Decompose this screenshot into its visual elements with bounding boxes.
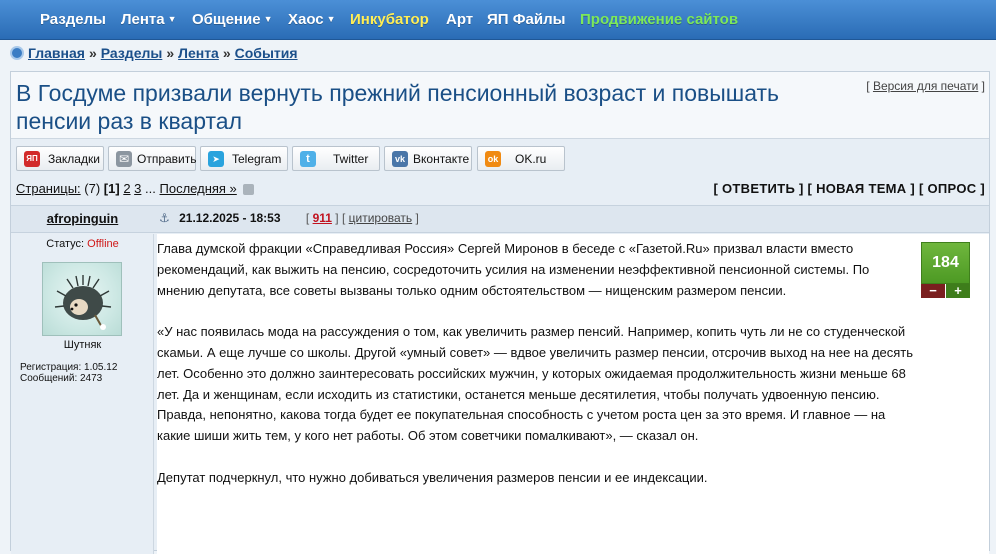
share-label: Закладки [48,152,100,166]
message-count: Сообщений: 2473 [20,373,103,384]
author-status: Статус: Offline [11,238,154,250]
post-meta: ⚓ 21.12.2025 - 18:53 [ 911 ] [ цитироват… [159,211,419,225]
nav-lenta[interactable]: Лента ▼ [121,11,177,29]
nav-razdely[interactable]: Разделы [40,11,106,29]
nav-label: Продвижение сайтов [580,11,739,28]
nav-yap-files[interactable]: ЯП Файлы [487,11,565,29]
chevron-down-icon: ▼ [326,14,336,24]
share-ok-button[interactable]: ok OK.ru [477,146,565,171]
share-label: Отправить [137,152,197,166]
pages-count: (7) [84,181,101,196]
last-page-link[interactable]: Последняя » [160,181,237,196]
share-send-button[interactable]: ✉ Отправить [108,146,197,171]
vk-icon: vk [392,151,408,167]
post-paragraph: Депутат подчеркнул, что нужно добиваться… [157,469,708,485]
rate-plus-button[interactable]: + [946,284,970,298]
nav-label: ЯП Файлы [487,11,566,28]
author-stats: Регистрация: 1.05.12 Сообщений: 2473 [20,362,117,384]
topic-actions[interactable]: [ ОТВЕТИТЬ ] [ НОВАЯ ТЕМА ] [ ОПРОС ] [713,181,985,196]
page-3-link[interactable]: 3 [134,181,141,196]
share-label: Вконтакте [413,152,470,166]
bracket: [ [341,211,346,225]
post-number[interactable]: 911 [313,211,332,225]
pages-label[interactable]: Страницы: [16,181,81,196]
breadcrumb-lenta[interactable]: Лента [178,45,219,61]
nav-label: Хаос [288,11,324,28]
breadcrumb-separator: » [222,45,231,61]
rating-score: 184 [921,242,970,284]
bracket: [ [866,79,870,93]
yap-icon: ЯП [24,151,40,167]
breadcrumb-home[interactable]: Главная [28,45,85,61]
page-2-link[interactable]: 2 [123,181,130,196]
breadcrumb-separator: » [88,45,97,61]
bracket: ] [981,79,985,93]
hedgehog-avatar-image [54,275,112,330]
share-label: OK.ru [515,152,547,166]
share-bookmarks-button[interactable]: ЯП Закладки [16,146,104,171]
title-bar: В Госдуме призвали вернуть прежний пенси… [11,72,989,139]
bracket: [ [305,211,310,225]
pagination: Страницы: (7) [1] 2 3 ... Последняя » [16,181,254,196]
page-title: В Госдуме призвали вернуть прежний пенси… [16,80,780,134]
top-navigation: Разделы Лента ▼ Общение ▼ Хаос ▼ Инкубатор … [0,0,996,40]
post-header: afropinguin ⚓ 21.12.2025 - 18:53 [ 911 ]… [11,205,989,233]
avatar[interactable] [42,262,122,336]
post-rating: 184 − + [921,242,970,298]
quote-button[interactable]: цитировать [349,211,413,225]
author-name[interactable]: afropinguin [11,211,154,226]
nav-label: Общение [192,11,261,28]
author-info: Статус: Offline Шутняк Регистрация: 1.05… [11,234,154,554]
bracket: ] [415,211,419,225]
pages-ellipsis: ... [145,181,156,196]
breadcrumb-razdely[interactable]: Разделы [101,45,163,61]
rate-minus-button[interactable]: − [921,284,945,298]
post-paragraph: «У нас появилась мода на рассуждения о т… [157,324,914,444]
print-version: [ Версия для печати ] [866,79,985,93]
status-badge: Offline [87,238,119,250]
twitter-icon: t [300,151,316,167]
telegram-icon: ➤ [208,151,224,167]
nav-label: Арт [446,11,474,28]
share-telegram-button[interactable]: ➤ Telegram [200,146,288,171]
breadcrumb-separator: » [166,45,175,61]
post-paragraph: Глава думской фракции «Справедливая Росс… [157,241,870,298]
share-label: Twitter [333,152,369,166]
nav-obshchenie[interactable]: Общение ▼ [192,11,272,29]
goto-page-icon[interactable] [242,184,254,195]
author-rank: Шутняк [63,339,102,351]
share-vk-button[interactable]: vk Вконтакте [384,146,472,171]
print-version-link[interactable]: Версия для печати [873,79,978,93]
post-date: 21.12.2025 - 18:53 [179,211,281,225]
bracket: ] [335,211,339,225]
home-icon[interactable] [10,46,24,60]
post-body: Глава думской фракции «Справедливая Росс… [157,234,989,554]
nav-label: Инкубатор [350,11,429,28]
nav-art[interactable]: Арт [446,11,473,29]
current-page: [1] [103,181,120,196]
ok-icon: ok [485,151,501,167]
topic-frame: В Госдуме призвали вернуть прежний пенси… [10,71,990,554]
nav-label: Разделы [40,11,106,28]
chevron-down-icon: ▼ [263,14,273,24]
nav-label: Лента [121,11,165,28]
anchor-icon[interactable]: ⚓ [159,211,170,225]
nav-khaos[interactable]: Хаос ▼ [288,11,336,29]
status-label: Статус: [46,238,85,250]
post-text: Глава думской фракции «Справедливая Росс… [157,239,917,509]
chevron-down-icon: ▼ [167,14,177,24]
registration-date: Регистрация: 1.05.12 [20,362,118,373]
breadcrumb-sobytiya[interactable]: События [235,45,298,61]
share-label: Telegram [232,152,282,166]
nav-inkubator[interactable]: Инкубатор [350,11,429,29]
envelope-icon: ✉ [116,151,132,167]
nav-prodvizhenie[interactable]: Продвижение сайтов [580,11,738,29]
share-twitter-button[interactable]: t Twitter [292,146,380,171]
breadcrumb: Главная» Разделы» Лента» События [10,45,298,63]
